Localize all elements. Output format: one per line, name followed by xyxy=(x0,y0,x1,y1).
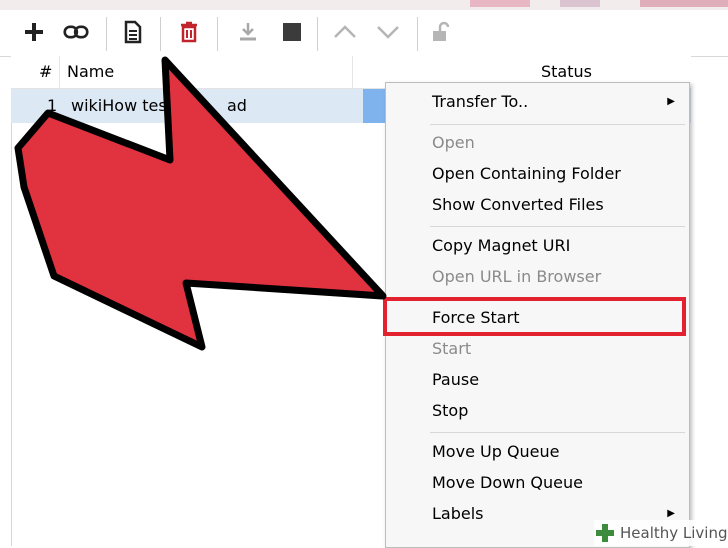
submenu-arrow-icon: ▶ xyxy=(667,96,675,107)
menu-item-label: Start xyxy=(432,339,472,358)
toolbar-separator xyxy=(160,17,161,51)
menu-item-move-down-queue[interactable]: Move Down Queue xyxy=(386,467,689,498)
menu-item-copy-magnet-uri[interactable]: Copy Magnet URI xyxy=(386,230,689,261)
menu-item-open: Open xyxy=(386,127,689,158)
row-name: wikiHow tes xyxy=(71,96,167,115)
cross-logo-icon xyxy=(596,524,614,542)
menu-separator xyxy=(430,226,685,227)
column-divider xyxy=(59,56,60,88)
create-torrent-button[interactable] xyxy=(120,19,146,45)
menu-item-label: Pause xyxy=(432,370,480,389)
row-name-tail: ad xyxy=(227,96,247,115)
background-decoration xyxy=(560,0,600,7)
document-icon xyxy=(124,20,142,44)
menu-item-label: Open Containing Folder xyxy=(432,164,621,183)
watermark: Healthy Living xyxy=(594,520,728,546)
row-index: 1 xyxy=(47,96,58,115)
menu-item-label: Show Converted Files xyxy=(432,195,604,214)
toolbar-separator xyxy=(417,17,418,51)
unlock-button[interactable] xyxy=(428,19,454,45)
menu-separator xyxy=(430,432,685,433)
menu-item-move-up-queue[interactable]: Move Up Queue xyxy=(386,436,689,467)
menu-item-label: Copy Magnet URI xyxy=(432,236,571,255)
menu-item-label: Open xyxy=(432,133,475,152)
menu-item-label: Open URL in Browser xyxy=(432,267,602,286)
menu-item-start: Start xyxy=(386,333,689,364)
menu-item-label: Move Down Queue xyxy=(432,473,583,492)
menu-item-label: Labels xyxy=(432,504,484,523)
add-link-button[interactable] xyxy=(63,19,89,45)
toolbar-separator xyxy=(317,17,318,51)
stop-button[interactable] xyxy=(279,19,305,45)
remove-button[interactable] xyxy=(176,19,202,45)
column-header-index[interactable]: # xyxy=(39,56,52,88)
background-decoration xyxy=(640,0,728,7)
stop-icon xyxy=(283,23,301,41)
column-header-name[interactable]: Name xyxy=(67,56,114,88)
move-down-button[interactable] xyxy=(375,19,401,45)
move-up-button[interactable] xyxy=(332,19,358,45)
menu-separator xyxy=(430,124,685,125)
menu-item-stop[interactable]: Stop xyxy=(386,395,689,426)
menu-item-label: Stop xyxy=(432,401,469,420)
trash-icon xyxy=(181,21,197,43)
unlock-icon xyxy=(433,21,450,41)
force-start-highlight-box xyxy=(383,297,686,336)
list-left-border xyxy=(11,56,12,546)
window-top-strip xyxy=(0,0,728,10)
link-icon xyxy=(63,25,89,39)
watermark-text: Healthy Living xyxy=(620,524,728,542)
download-icon xyxy=(240,23,256,41)
start-button[interactable] xyxy=(235,19,261,45)
plus-icon xyxy=(25,23,43,41)
toolbar-separator xyxy=(217,17,218,51)
chevron-down-icon xyxy=(377,26,399,39)
toolbar xyxy=(0,10,728,57)
menu-item-pause[interactable]: Pause xyxy=(386,364,689,395)
toolbar-separator xyxy=(106,17,107,51)
menu-item-open-url-in-browser: Open URL in Browser xyxy=(386,261,689,292)
background-decoration xyxy=(470,0,530,7)
menu-item-show-converted-files[interactable]: Show Converted Files xyxy=(386,189,689,220)
menu-item-open-containing-folder[interactable]: Open Containing Folder xyxy=(386,158,689,189)
add-torrent-button[interactable] xyxy=(21,19,47,45)
menu-item-transfer-to[interactable]: Transfer To.. ▶ xyxy=(386,86,689,117)
menu-item-label: Move Up Queue xyxy=(432,442,560,461)
chevron-up-icon xyxy=(334,25,356,38)
column-divider xyxy=(352,56,353,88)
menu-item-label: Transfer To.. xyxy=(432,92,529,111)
